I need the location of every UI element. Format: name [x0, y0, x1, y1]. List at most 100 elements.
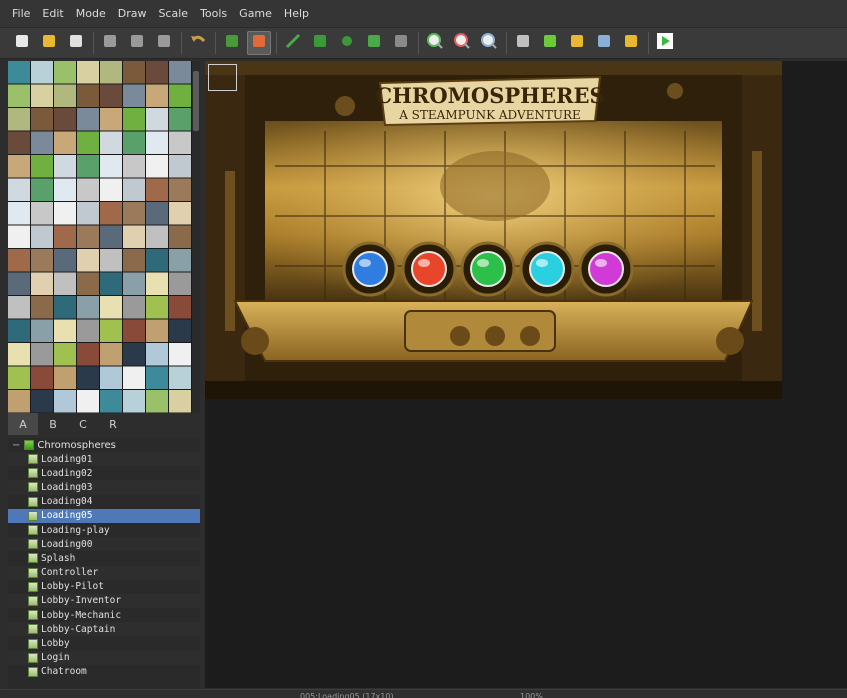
- tile[interactable]: [146, 343, 168, 366]
- tile[interactable]: [169, 343, 191, 366]
- tile[interactable]: [31, 61, 53, 84]
- tile[interactable]: [77, 272, 99, 296]
- tile[interactable]: [77, 202, 99, 225]
- tile[interactable]: [8, 272, 30, 296]
- tile[interactable]: [169, 296, 191, 319]
- zoom-out-button[interactable]: [450, 31, 474, 55]
- tile[interactable]: [146, 202, 168, 225]
- tile[interactable]: [77, 131, 99, 155]
- collapse-icon[interactable]: −: [12, 440, 20, 451]
- new-file-button[interactable]: [10, 31, 34, 55]
- tile[interactable]: [146, 131, 168, 155]
- tile[interactable]: [54, 272, 76, 296]
- tile[interactable]: [123, 272, 145, 296]
- tile[interactable]: [54, 108, 76, 131]
- map-layer-button[interactable]: [220, 31, 244, 55]
- tile[interactable]: [8, 366, 30, 390]
- tree-map-item[interactable]: Chatroom: [8, 665, 200, 679]
- tile[interactable]: [146, 84, 168, 108]
- tile[interactable]: [8, 296, 30, 319]
- tile[interactable]: [54, 155, 76, 178]
- tile[interactable]: [146, 178, 168, 202]
- tile[interactable]: [8, 61, 30, 84]
- character-button[interactable]: [619, 31, 643, 55]
- save-button[interactable]: [64, 31, 88, 55]
- tile[interactable]: [146, 390, 168, 413]
- fill-button[interactable]: [362, 31, 386, 55]
- zoom-in-button[interactable]: [423, 31, 447, 55]
- tile[interactable]: [123, 366, 145, 390]
- tree-map-item[interactable]: Loading05: [8, 508, 200, 523]
- tile[interactable]: [31, 84, 53, 108]
- tree-map-item[interactable]: Loading02: [8, 466, 200, 480]
- tile[interactable]: [77, 178, 99, 202]
- tree-map-item[interactable]: Loading04: [8, 495, 200, 509]
- tree-map-item[interactable]: Splash: [8, 551, 200, 565]
- resource-button[interactable]: [592, 31, 616, 55]
- tile[interactable]: [169, 108, 191, 131]
- tree-map-item[interactable]: Controller: [8, 565, 200, 580]
- tile[interactable]: [77, 296, 99, 319]
- tileset-grid[interactable]: [8, 61, 192, 413]
- tile[interactable]: [146, 272, 168, 296]
- tile[interactable]: [31, 108, 53, 131]
- tile[interactable]: [169, 319, 191, 343]
- menu-mode[interactable]: Mode: [70, 0, 112, 27]
- rectangle-button[interactable]: [308, 31, 332, 55]
- tile[interactable]: [100, 178, 122, 202]
- tile[interactable]: [31, 296, 53, 319]
- tile[interactable]: [77, 225, 99, 249]
- tile[interactable]: [54, 84, 76, 108]
- tile[interactable]: [100, 272, 122, 296]
- menu-scale[interactable]: Scale: [152, 0, 194, 27]
- tile[interactable]: [123, 84, 145, 108]
- tile[interactable]: [77, 249, 99, 272]
- tile[interactable]: [8, 202, 30, 225]
- tile[interactable]: [123, 225, 145, 249]
- tile[interactable]: [123, 131, 145, 155]
- tile[interactable]: [100, 319, 122, 343]
- map-canvas[interactable]: CHROMOSPHERES A STEAMPUNK ADVENTURE: [205, 61, 782, 399]
- tile[interactable]: [77, 84, 99, 108]
- tile[interactable]: [123, 178, 145, 202]
- tree-map-item[interactable]: Lobby-Inventor: [8, 593, 200, 609]
- tile[interactable]: [100, 366, 122, 390]
- paste-button[interactable]: [152, 31, 176, 55]
- tile[interactable]: [54, 202, 76, 225]
- menu-draw[interactable]: Draw: [112, 0, 153, 27]
- tile[interactable]: [54, 131, 76, 155]
- tile[interactable]: [54, 61, 76, 84]
- tile[interactable]: [54, 390, 76, 413]
- menu-game[interactable]: Game: [233, 0, 278, 27]
- tile[interactable]: [100, 343, 122, 366]
- tree-map-item[interactable]: Loading-play: [8, 523, 200, 537]
- tile[interactable]: [169, 61, 191, 84]
- tree-map-item[interactable]: Login: [8, 650, 200, 665]
- tile[interactable]: [31, 225, 53, 249]
- zoom-reset-button[interactable]: [477, 31, 501, 55]
- tile[interactable]: [100, 390, 122, 413]
- tile[interactable]: [100, 61, 122, 84]
- tile[interactable]: [146, 296, 168, 319]
- plugins-button[interactable]: [538, 31, 562, 55]
- tile[interactable]: [100, 296, 122, 319]
- tile[interactable]: [54, 225, 76, 249]
- playtest-button[interactable]: [653, 31, 677, 55]
- undo-button[interactable]: [186, 31, 210, 55]
- tile[interactable]: [8, 343, 30, 366]
- tile[interactable]: [77, 319, 99, 343]
- tile[interactable]: [169, 272, 191, 296]
- tree-map-item[interactable]: Loading03: [8, 480, 200, 495]
- tile[interactable]: [8, 225, 30, 249]
- tile[interactable]: [77, 61, 99, 84]
- menu-help[interactable]: Help: [278, 0, 315, 27]
- tile[interactable]: [100, 84, 122, 108]
- tile[interactable]: [54, 249, 76, 272]
- tile[interactable]: [146, 108, 168, 131]
- tile[interactable]: [146, 319, 168, 343]
- map-tree[interactable]: − Chromospheres Loading01 Loading02 Loadin…: [8, 438, 200, 690]
- tile[interactable]: [54, 319, 76, 343]
- tile[interactable]: [123, 390, 145, 413]
- pencil-button[interactable]: [281, 31, 305, 55]
- tile[interactable]: [77, 390, 99, 413]
